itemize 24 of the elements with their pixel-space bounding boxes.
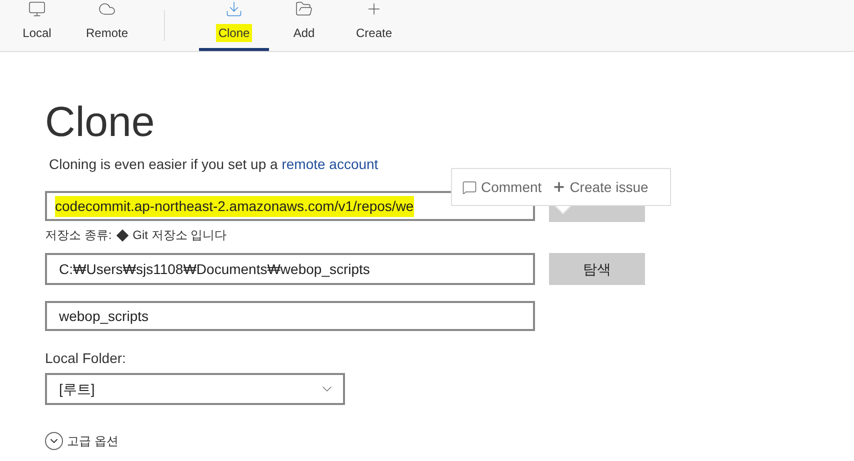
plus-icon xyxy=(552,180,566,194)
comment-icon xyxy=(462,180,477,194)
download-icon xyxy=(224,0,244,18)
toolbar-tab[interactable]: Remote xyxy=(72,0,142,51)
monitor-icon xyxy=(27,0,47,18)
local-folder-label: Local Folder: xyxy=(45,349,127,368)
path-field[interactable]: C:₩Users₩sjs1108₩Documents₩webop_scripts xyxy=(45,253,535,285)
folder-select[interactable]: [루트] xyxy=(45,373,345,405)
browse-button[interactable]: 탐색 xyxy=(549,253,645,285)
advanced-options-toggle[interactable]: 고급 옵션 xyxy=(45,432,854,450)
toolbar-tab[interactable]: Create xyxy=(339,0,409,51)
remote-account-link[interactable]: remote account xyxy=(282,156,378,172)
page-title: Clone xyxy=(45,98,156,146)
folder-icon xyxy=(294,0,314,18)
toolbar-tab[interactable]: Add xyxy=(269,0,339,51)
repo-type-label: 저장소 종류: xyxy=(45,227,112,244)
field-value: codecommit.ap-northeast-2.amazonaws.com/v1/repos/we xyxy=(55,196,414,216)
toolbar-tab[interactable]: Clone xyxy=(199,0,269,51)
subtitle: Cloning is even easier if you set up a remote account xyxy=(49,155,380,174)
toolbar-tab[interactable]: Local xyxy=(2,0,72,51)
expand-icon xyxy=(45,432,63,450)
create-issue-button[interactable]: Create issue xyxy=(552,176,648,198)
repo-type-text: Git 저장소 입니다 xyxy=(132,227,227,244)
name-field[interactable]: webop_scripts xyxy=(45,301,535,331)
